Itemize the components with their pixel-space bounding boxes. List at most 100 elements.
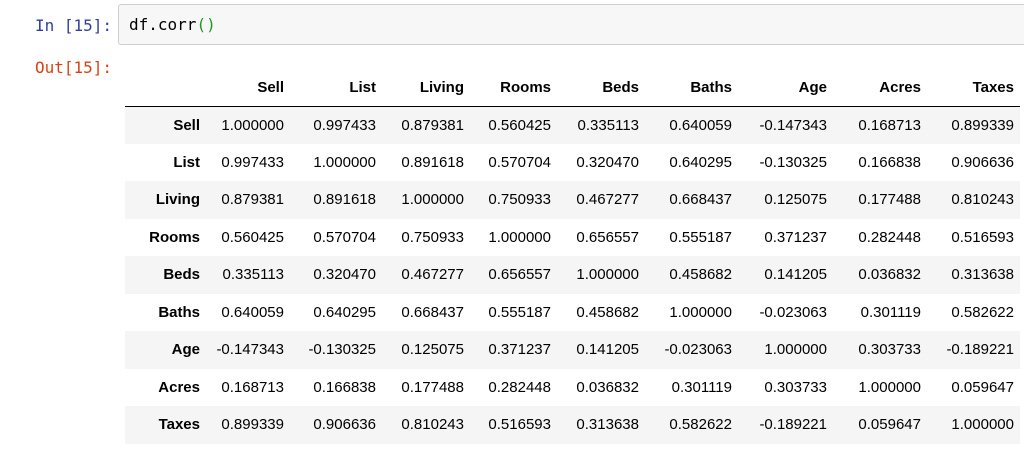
table-cell: 0.906636 — [951, 153, 1014, 171]
table-cell: 0.301119 — [860, 303, 921, 321]
row-header: Sell — [173, 116, 200, 134]
table-cell: 0.458682 — [576, 303, 639, 321]
table-body: Sell 1.000000 0.997433 0.879381 0.560425 0.33… — [125, 106, 1020, 444]
row-header: List — [173, 153, 200, 171]
table-cell: 0.320470 — [576, 153, 639, 171]
table-cell: 0.282448 — [858, 228, 921, 246]
table-cell: 1.000000 — [764, 341, 827, 359]
column-header: Beds — [557, 70, 645, 107]
table-row: Taxes 0.899339 0.906636 0.810243 0.516593 0.3… — [125, 406, 1020, 444]
column-header: Rooms — [470, 70, 557, 107]
table-cell: -0.147343 — [216, 341, 284, 359]
correlation-table: Sell List Living Rooms Beds Baths Age Acres Taxe… — [125, 70, 1020, 444]
row-header: Age — [171, 341, 200, 359]
table-cell: 0.560425 — [488, 116, 551, 134]
table-cell: 0.656557 — [576, 228, 639, 246]
table-cell: 0.335113 — [222, 266, 284, 284]
table-cell: 0.168713 — [858, 116, 921, 134]
table-cell: 0.891618 — [401, 153, 464, 171]
table-cell: 0.570704 — [313, 228, 376, 246]
output-prompt: Out[15]: — [34, 58, 112, 77]
table-cell: 0.810243 — [401, 416, 464, 434]
input-prompt: In [15]: — [34, 16, 112, 35]
table-cell: 0.168713 — [221, 378, 284, 396]
table-cell: 0.750933 — [488, 191, 551, 209]
table-cell: 0.125075 — [401, 341, 464, 359]
table-cell: 0.668437 — [669, 191, 732, 209]
table-row: Sell 1.000000 0.997433 0.879381 0.560425 0.33… — [125, 106, 1020, 144]
table-cell: 0.997433 — [221, 153, 284, 171]
table-row: Age -0.147343 -0.130325 0.125075 0.371237 0.1… — [125, 331, 1020, 369]
table-cell: -0.023063 — [759, 303, 827, 321]
column-header: Sell — [206, 70, 290, 107]
row-header: Baths — [158, 303, 200, 321]
table-cell: -0.130325 — [308, 341, 376, 359]
table-cell: 0.125075 — [764, 191, 827, 209]
table-cell: 0.059647 — [858, 416, 921, 434]
table-cell: 0.516593 — [951, 228, 1014, 246]
table-cell: -0.189221 — [946, 341, 1014, 359]
table-cell: 1.000000 — [858, 378, 921, 396]
table-cell: 1.000000 — [488, 228, 551, 246]
code-input-area[interactable]: df.corr() — [118, 4, 1024, 45]
table-cell: 0.301119 — [671, 378, 732, 396]
table-cell: 0.467277 — [576, 191, 639, 209]
table-cell: 0.656557 — [488, 266, 551, 284]
column-header: Baths — [645, 70, 738, 107]
table-cell: 1.000000 — [221, 116, 284, 134]
close-paren: ) — [206, 15, 216, 34]
table-cell: 0.036832 — [576, 378, 639, 396]
output-area: Sell List Living Rooms Beds Baths Age Acres Taxe… — [125, 70, 1020, 444]
table-cell: -0.023063 — [664, 341, 732, 359]
table-cell: 0.313638 — [576, 416, 639, 434]
index-header-corner — [125, 70, 206, 107]
table-cell: 0.282448 — [488, 378, 551, 396]
table-cell: 0.997433 — [313, 116, 376, 134]
table-cell: 0.036832 — [858, 266, 921, 284]
code-line: df.corr() — [129, 15, 216, 35]
table-cell: 0.570704 — [488, 153, 551, 171]
table-row: Rooms 0.560425 0.570704 0.750933 1.000000 0.6… — [125, 219, 1020, 257]
table-cell: 1.000000 — [669, 303, 732, 321]
table-cell: 0.177488 — [401, 378, 464, 396]
table-cell: 0.879381 — [221, 191, 284, 209]
table-row: Baths 0.640059 0.640295 0.668437 0.555187 0.4… — [125, 294, 1020, 332]
table-row: Living 0.879381 0.891618 1.000000 0.750933 0.… — [125, 181, 1020, 219]
table-cell: 0.458682 — [669, 266, 732, 284]
table-cell: 1.000000 — [313, 153, 376, 171]
table-cell: 0.141205 — [576, 341, 639, 359]
table-cell: 0.335113 — [577, 116, 639, 134]
table-cell: -0.130325 — [759, 153, 827, 171]
table-cell: 0.640295 — [313, 303, 376, 321]
column-header: Living — [382, 70, 470, 107]
table-cell: 0.560425 — [221, 228, 284, 246]
column-header: Age — [738, 70, 833, 107]
table-cell: 1.000000 — [401, 191, 464, 209]
row-header: Acres — [158, 378, 200, 396]
table-cell: 0.750933 — [401, 228, 464, 246]
table-cell: 0.303733 — [858, 341, 921, 359]
table-cell: 0.899339 — [221, 416, 284, 434]
table-cell: 1.000000 — [951, 416, 1014, 434]
table-cell: 0.371237 — [764, 228, 827, 246]
code-text: df.corr — [129, 15, 197, 34]
table-cell: 0.668437 — [401, 303, 464, 321]
table-cell: 0.320470 — [313, 266, 376, 284]
table-cell: 0.555187 — [488, 303, 551, 321]
table-cell: -0.147343 — [759, 116, 827, 134]
table-cell: 0.371237 — [488, 341, 551, 359]
table-row: Beds 0.335113 0.320470 0.467277 0.656557 1.00… — [125, 256, 1020, 294]
table-cell: 0.059647 — [951, 378, 1014, 396]
table-cell: 0.582622 — [669, 416, 732, 434]
row-header: Beds — [163, 266, 200, 284]
table-cell: 0.640059 — [221, 303, 284, 321]
table-cell: 1.000000 — [576, 266, 639, 284]
table-cell: 0.555187 — [669, 228, 732, 246]
table-cell: 0.141205 — [764, 266, 827, 284]
table-cell: 0.582622 — [951, 303, 1014, 321]
table-cell: 0.467277 — [401, 266, 464, 284]
table-cell: 0.640059 — [669, 116, 732, 134]
column-header: Taxes — [927, 70, 1020, 107]
table-cell: 0.166838 — [313, 378, 376, 396]
table-cell: 0.906636 — [313, 416, 376, 434]
